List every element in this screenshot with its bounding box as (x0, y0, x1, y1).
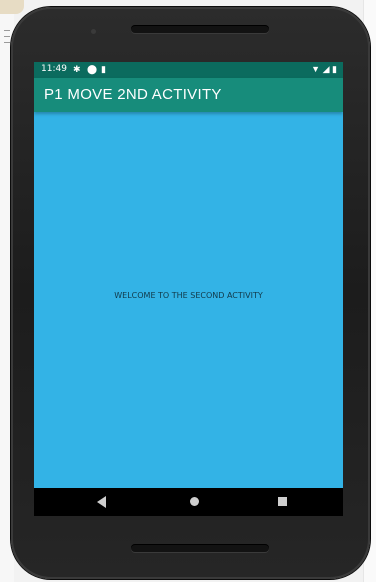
status-time: 11:49 (41, 64, 67, 74)
status-right-icons: ▼ ◢ ▮ (311, 64, 337, 75)
bottom-speaker (131, 544, 269, 552)
status-bar: 11:49 ✱ ⬤ ▮ ▼ ◢ ▮ (34, 62, 343, 78)
sim-card-icon: ▮ (101, 64, 106, 74)
background-tick (4, 42, 10, 43)
signal-icon: ◢ (322, 64, 330, 74)
battery-icon: ▮ (332, 64, 337, 74)
background-corner (0, 0, 24, 14)
welcome-text: WELCOME TO THE SECOND ACTIVITY (114, 291, 263, 300)
top-speaker (131, 25, 269, 33)
app-title: P1 MOVE 2ND ACTIVITY (44, 86, 222, 103)
wifi-icon: ▼ (311, 64, 321, 74)
shield-icon: ⬤ (87, 64, 98, 74)
background-tick (4, 36, 10, 37)
app-bar: P1 MOVE 2ND ACTIVITY (34, 78, 343, 112)
navigation-bar (34, 488, 343, 516)
front-camera (91, 29, 96, 34)
device-screen: 11:49 ✱ ⬤ ▮ ▼ ◢ ▮ P1 MOVE 2ND ACTIVITY W… (34, 62, 343, 516)
home-icon[interactable] (190, 497, 199, 506)
gear-icon: ✱ (73, 64, 81, 74)
recent-apps-icon[interactable] (278, 497, 287, 506)
back-icon[interactable] (97, 496, 106, 508)
background-tick (4, 30, 10, 31)
